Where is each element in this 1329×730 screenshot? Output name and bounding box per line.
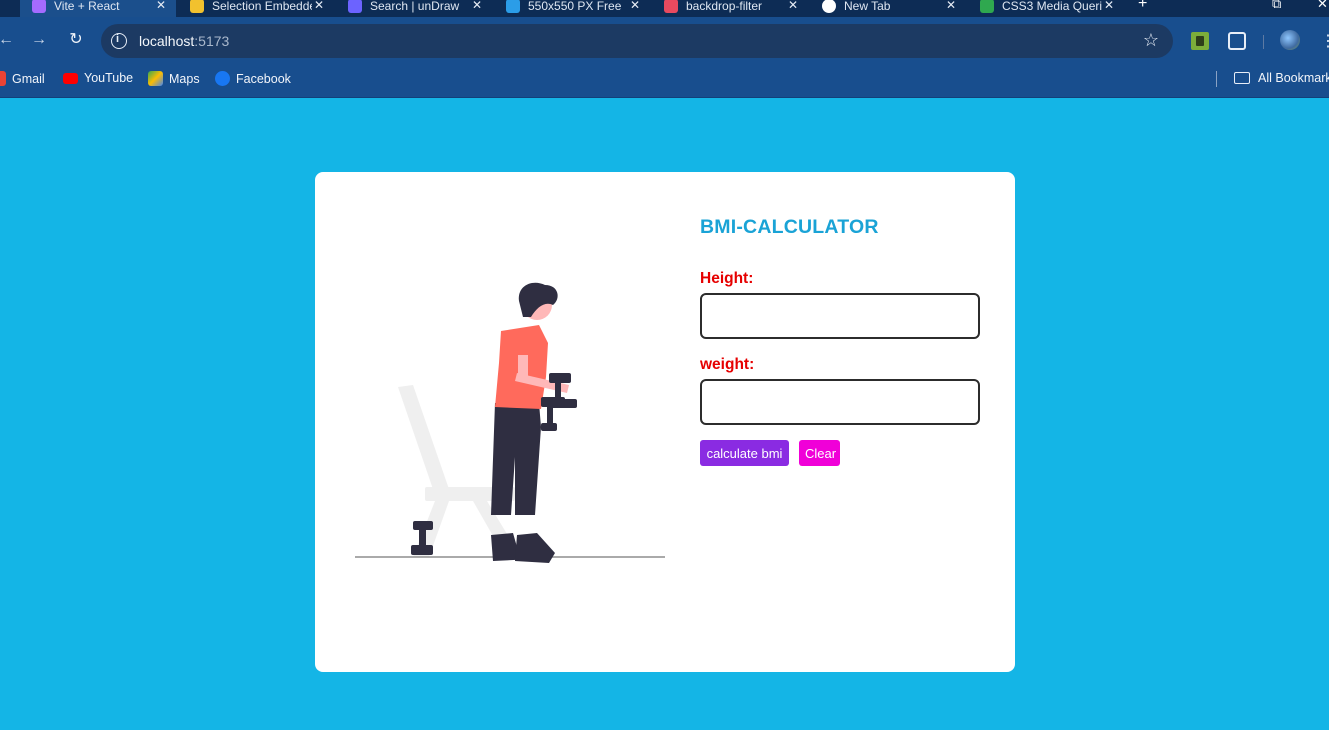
- extensions-puzzle-icon[interactable]: [1228, 32, 1246, 50]
- close-tab-icon[interactable]: ✕: [788, 0, 798, 12]
- folder-icon: [1234, 72, 1250, 84]
- close-tab-icon[interactable]: ✕: [1104, 0, 1114, 12]
- weight-label: weight:: [700, 356, 755, 373]
- toolbar-divider: [1263, 35, 1264, 49]
- bookmark-gmail[interactable]: Gmail: [0, 71, 45, 86]
- tab-backdrop-filter[interactable]: backdrop-filter ✕: [650, 0, 808, 17]
- page-title: BMI-CALCULATOR: [700, 216, 879, 238]
- person-figure: [491, 282, 577, 563]
- tab-strip: Vite + React ✕ Selection Embedded ✕ Sear…: [0, 0, 1329, 17]
- tab-title: Search | unDraw: [370, 0, 460, 13]
- new-tab-plus-icon[interactable]: +: [1138, 0, 1147, 13]
- tab-vite-react[interactable]: Vite + React ✕: [20, 0, 176, 17]
- extension-icon[interactable]: [1191, 32, 1209, 50]
- tab-undraw[interactable]: Search | unDraw ✕: [334, 0, 492, 17]
- height-input[interactable]: [700, 293, 980, 339]
- vite-favicon-icon: [32, 0, 46, 13]
- close-window-icon[interactable]: ✕: [1317, 0, 1328, 12]
- maps-icon: [148, 71, 163, 86]
- image-favicon-icon: [506, 0, 520, 13]
- close-tab-icon[interactable]: ✕: [472, 0, 482, 12]
- css-favicon-icon: [980, 0, 994, 13]
- bmi-form: BMI-CALCULATOR Height: weight: calculate…: [700, 216, 990, 466]
- gmail-icon: [0, 71, 6, 86]
- bookmark-youtube[interactable]: YouTube: [63, 71, 133, 85]
- address-url: localhost:5173: [139, 33, 229, 49]
- bookmarks-divider: [1216, 71, 1217, 87]
- bookmark-label: Facebook: [236, 71, 291, 86]
- profile-avatar-icon[interactable]: [1280, 30, 1300, 50]
- chrome-favicon-icon: [822, 0, 836, 13]
- all-bookmarks-folder[interactable]: All Bookmarks: [1234, 71, 1329, 85]
- facebook-icon: [215, 71, 230, 86]
- tab-550px[interactable]: 550x550 PX Free ✕: [492, 0, 650, 17]
- all-bookmarks-label: All Bookmarks: [1258, 71, 1329, 85]
- bookmark-maps[interactable]: Maps: [148, 71, 200, 86]
- tab-new-tab[interactable]: New Tab ✕: [808, 0, 966, 17]
- close-tab-icon[interactable]: ✕: [156, 0, 166, 12]
- menu-kebab-icon[interactable]: ⋮: [1320, 31, 1329, 51]
- bmi-card: BMI-CALCULATOR Height: weight: calculate…: [315, 172, 1015, 672]
- site-info-icon[interactable]: [111, 33, 127, 49]
- url-port: :5173: [194, 33, 230, 49]
- tab-title: 550x550 PX Free: [528, 0, 622, 13]
- button-row: calculate bmi Clear: [700, 440, 990, 466]
- reload-icon[interactable]: ↻: [66, 30, 86, 50]
- restore-window-icon[interactable]: ⧉: [1272, 0, 1281, 12]
- mdn-favicon-icon: [664, 0, 678, 13]
- height-label: Height:: [700, 270, 754, 287]
- tab-title: backdrop-filter: [686, 0, 763, 13]
- bookmark-label: Maps: [169, 71, 200, 86]
- calculate-bmi-button[interactable]: calculate bmi: [700, 440, 789, 466]
- forward-arrow-icon[interactable]: →: [29, 30, 49, 50]
- fitness-illustration: [355, 282, 665, 563]
- back-arrow-icon[interactable]: ←: [0, 30, 16, 50]
- close-tab-icon[interactable]: ✕: [630, 0, 640, 12]
- browser-toolbar: ← → ↻ localhost:5173 ☆ ⋮: [0, 17, 1329, 65]
- tab-title: Vite + React: [54, 0, 120, 13]
- close-tab-icon[interactable]: ✕: [946, 0, 956, 12]
- weight-input[interactable]: [700, 379, 980, 425]
- tab-title: New Tab: [844, 0, 891, 13]
- address-bar[interactable]: localhost:5173 ☆: [101, 24, 1173, 58]
- bookmark-label: Gmail: [12, 71, 45, 86]
- url-host: localhost: [139, 33, 195, 49]
- bookmark-label: YouTube: [84, 71, 134, 85]
- bookmark-star-icon[interactable]: ☆: [1143, 30, 1159, 51]
- close-tab-icon[interactable]: ✕: [314, 0, 324, 12]
- clear-button[interactable]: Clear: [799, 440, 840, 466]
- tab-title: CSS3 Media Queries: [1002, 0, 1102, 13]
- tab-css3-media[interactable]: CSS3 Media Queries ✕: [966, 0, 1124, 17]
- bookmark-facebook[interactable]: Facebook: [215, 71, 291, 86]
- youtube-icon: [63, 72, 78, 84]
- tab-title: Selection Embedded: [212, 0, 312, 13]
- bookmarks-bar: Gmail YouTube Maps Facebook All Bookmark…: [0, 65, 1329, 98]
- undraw-favicon-icon: [348, 0, 362, 13]
- tab-selection[interactable]: Selection Embedded ✕: [176, 0, 334, 17]
- selection-favicon-icon: [190, 0, 204, 13]
